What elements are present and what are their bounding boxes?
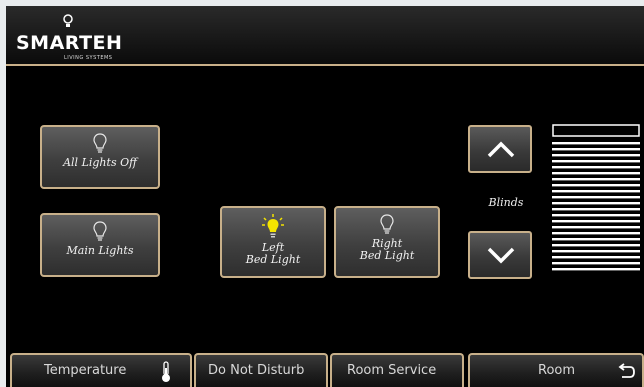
light-bulb-icon: [93, 133, 107, 153]
tab-room-service[interactable]: Room Service: [330, 353, 464, 387]
blind-slat: [552, 172, 640, 175]
left-bed-light-button[interactable]: Left Bed Light: [220, 206, 326, 278]
blinds-up-button[interactable]: [468, 125, 532, 173]
blinds-label: Blinds: [488, 196, 524, 209]
blind-slat: [552, 142, 640, 145]
blind-slat: [552, 220, 640, 223]
blind-slat: [552, 262, 640, 265]
tab-room-label: Room: [538, 363, 576, 378]
blind-slat: [552, 178, 640, 181]
left-bed-light-label-line2: Bed Light: [245, 253, 301, 266]
right-bed-light-button[interactable]: Right Bed Light: [334, 206, 440, 278]
blinds-down-button[interactable]: [468, 231, 532, 279]
blind-slat: [552, 244, 640, 247]
header-bar: SMARTEH LIVING SYSTEMS: [6, 6, 644, 66]
blind-slat: [552, 154, 640, 157]
light-bulb-icon: [93, 221, 107, 241]
blind-slat: [552, 208, 640, 211]
main-lights-button[interactable]: Main Lights: [40, 213, 160, 277]
blind-slat: [552, 268, 640, 271]
blind-slat: [552, 190, 640, 193]
tab-do-not-disturb[interactable]: Do Not Disturb: [194, 353, 328, 387]
blinds-top-rail: [552, 124, 640, 137]
all-lights-off-label: All Lights Off: [63, 156, 137, 169]
back-arrow-icon: [618, 363, 635, 378]
logo-bulb-icon: [63, 14, 73, 27]
blind-slat: [552, 202, 640, 205]
tab-temperature-label: Temperature: [44, 363, 127, 378]
blind-slat: [552, 250, 640, 253]
light-bulb-on-icon: [262, 214, 284, 238]
control-panel: SMARTEH LIVING SYSTEMS All Lights Off Ma…: [6, 6, 644, 387]
blind-slat: [552, 232, 640, 235]
blind-slat: [552, 214, 640, 217]
light-bulb-icon: [380, 214, 394, 234]
screen: SMARTEH LIVING SYSTEMS All Lights Off Ma…: [0, 0, 644, 387]
blind-slat: [552, 160, 640, 163]
blind-slat: [552, 256, 640, 259]
blind-slat: [552, 226, 640, 229]
blind-slat: [552, 196, 640, 199]
main-lights-label: Main Lights: [66, 244, 134, 257]
footer-nav: Temperature Do Not Disturb Room Service …: [6, 353, 644, 387]
blinds-level-indicator: [552, 124, 640, 271]
blind-slat: [552, 166, 640, 169]
chevron-down-icon: [487, 247, 515, 264]
thermometer-icon: [162, 361, 170, 382]
tab-room-service-label: Room Service: [347, 363, 437, 378]
blind-slat: [552, 148, 640, 151]
logo-text: SMARTEH: [16, 32, 123, 54]
tab-do-not-disturb-label: Do Not Disturb: [208, 363, 305, 378]
smarteh-logo: SMARTEH LIVING SYSTEMS: [16, 14, 156, 62]
chevron-up-icon: [487, 141, 515, 158]
tab-room[interactable]: Room: [468, 353, 644, 387]
blind-slat: [552, 184, 640, 187]
logo-subtext: LIVING SYSTEMS: [64, 55, 113, 61]
tab-temperature[interactable]: Temperature: [10, 353, 192, 387]
right-bed-light-label-line2: Bed Light: [359, 249, 415, 262]
all-lights-off-button[interactable]: All Lights Off: [40, 125, 160, 189]
blind-slat: [552, 238, 640, 241]
